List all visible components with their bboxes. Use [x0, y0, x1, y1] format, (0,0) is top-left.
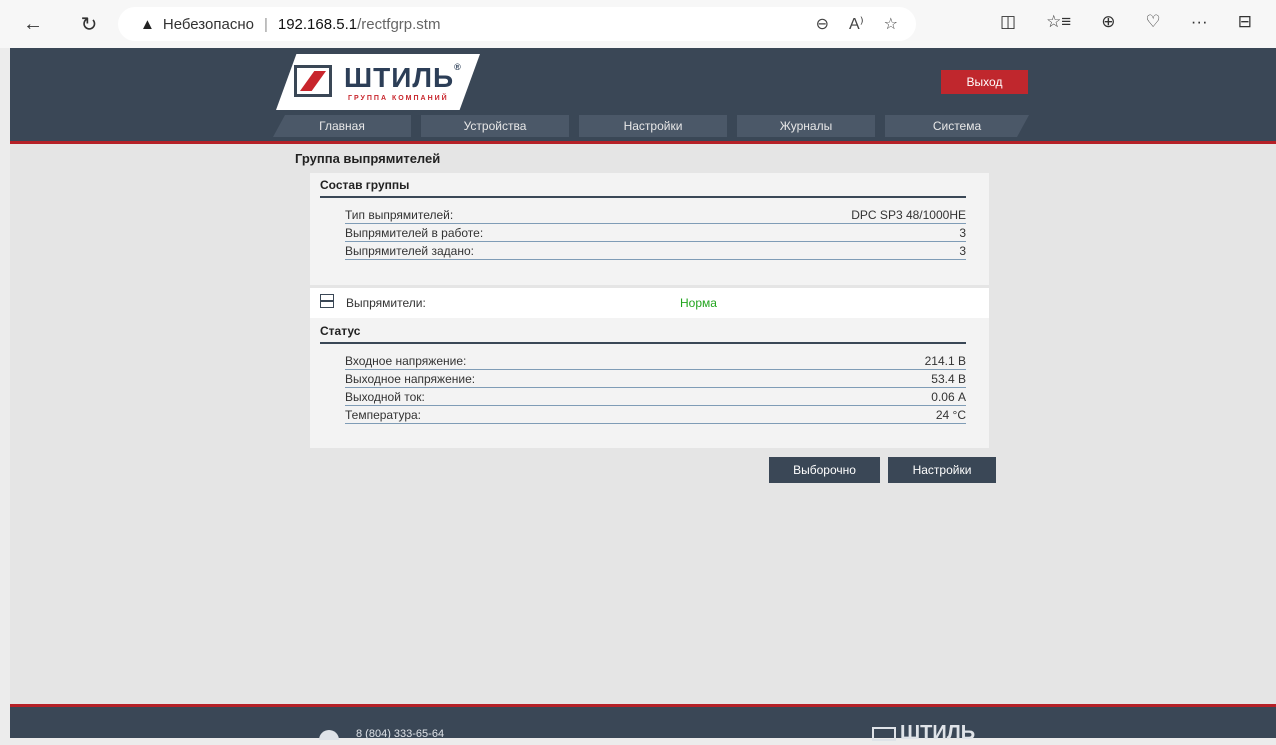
web-page: ШТИЛЬ® ГРУППА КОМПАНИЙ Выход Главная Уст…	[10, 48, 1276, 744]
table-row: Температура: 24 °С	[345, 407, 966, 424]
nav-item-settings[interactable]: Настройки	[579, 115, 727, 137]
main-nav: Главная Устройства Настройки Журналы Сис…	[273, 115, 1039, 137]
favorite-icon[interactable]: ☆	[884, 14, 898, 34]
row-value: 3	[959, 244, 966, 258]
row-label: Температура:	[345, 408, 422, 422]
row-label: Выходное напряжение:	[345, 372, 476, 386]
browser-toolbar-icons: ◫ ☆≡ ⊕ ♡ ··· ⊟	[1000, 12, 1252, 32]
row-value: DPC SP3 48/1000HE	[851, 208, 966, 222]
read-aloud-icon[interactable]: A⁾	[849, 14, 864, 34]
footer-phone: 8 (804) 333-65-64	[356, 728, 445, 740]
browser-toolbar: ← ↻ ▲ Небезопасно | 192.168.5.1/rectfgrp…	[0, 0, 1276, 48]
address-separator: |	[263, 15, 268, 33]
collections-icon[interactable]: ⊕	[1101, 12, 1115, 32]
table-row: Выпрямителей задано: 3	[345, 243, 966, 260]
address-icons: ⊖ A⁾ ☆	[816, 7, 916, 41]
site-footer: 8 (804) 333-65-64 ШТИЛЬ	[10, 704, 1276, 744]
row-value: 0.06 А	[931, 390, 966, 404]
composition-panel: Состав группы Тип выпрямителей: DPC SP3 …	[310, 173, 989, 285]
row-label: Входное напряжение:	[345, 354, 467, 368]
table-row: Выпрямителей в работе: 3	[345, 225, 966, 242]
rectifiers-summary: Выпрямители: Норма	[310, 288, 989, 315]
logo-mark-icon	[294, 65, 332, 97]
warning-icon[interactable]: ▲	[140, 16, 155, 33]
rectifiers-status: Норма	[680, 296, 717, 310]
refresh-icon[interactable]: ↻	[76, 11, 102, 37]
exit-button[interactable]: Выход	[941, 70, 1028, 94]
row-value: 3	[959, 226, 966, 240]
logo[interactable]: ШТИЛЬ® ГРУППА КОМПАНИЙ	[276, 54, 480, 110]
row-label: Выходной ток:	[345, 390, 425, 404]
site-header: ШТИЛЬ® ГРУППА КОМПАНИЙ Выход Главная Уст…	[10, 48, 1276, 144]
composition-heading: Состав группы	[320, 178, 966, 198]
url-host: 192.168.5.1	[277, 15, 358, 33]
row-label: Выпрямителей задано:	[345, 244, 474, 258]
row-label: Тип выпрямителей:	[345, 208, 454, 222]
footer-divider	[10, 704, 1276, 707]
sidebar-icon[interactable]: ⊟	[1238, 12, 1252, 32]
table-row: Входное напряжение: 214.1 В	[345, 353, 966, 370]
row-label: Выпрямителей в работе:	[345, 226, 484, 240]
footer-logo-text: ШТИЛЬ	[900, 722, 976, 744]
more-icon[interactable]: ···	[1191, 12, 1208, 32]
status-section: Статус Входное напряжение: 214.1 В Выход…	[310, 318, 989, 448]
performance-icon[interactable]: ♡	[1145, 12, 1160, 32]
url-path: /rectfgrp.stm	[357, 15, 441, 33]
header-divider	[10, 141, 1276, 144]
page-title: Группа выпрямителей	[295, 151, 441, 166]
status-heading: Статус	[320, 324, 966, 344]
rectifiers-panel: Выпрямители: Норма Статус Входное напряж…	[310, 288, 989, 448]
zoom-icon[interactable]: ⊖	[816, 14, 829, 34]
rectifiers-label: Выпрямители:	[346, 296, 426, 310]
table-row: Выходной ток: 0.06 А	[345, 389, 966, 406]
back-icon[interactable]: ←	[20, 11, 46, 37]
row-value: 53.4 В	[931, 372, 966, 386]
split-screen-icon[interactable]: ◫	[1000, 12, 1016, 32]
nav-item-home[interactable]: Главная	[273, 115, 411, 137]
row-value: 214.1 В	[924, 354, 966, 368]
settings-button[interactable]: Настройки	[888, 457, 996, 483]
logo-text: ШТИЛЬ	[344, 62, 455, 93]
collapse-icon[interactable]	[320, 294, 334, 308]
table-row: Тип выпрямителей: DPC SP3 48/1000HE	[345, 207, 966, 224]
favorites-list-icon[interactable]: ☆≡	[1046, 12, 1071, 32]
selective-button[interactable]: Выборочно	[769, 457, 880, 483]
nav-item-system[interactable]: Система	[885, 115, 1029, 137]
logo-registered: ®	[454, 62, 462, 72]
logo-subtitle: ГРУППА КОМПАНИЙ	[348, 95, 449, 102]
phone-icon	[319, 730, 339, 740]
row-value: 24 °С	[935, 408, 966, 422]
footer-logo-mark-icon	[872, 727, 896, 741]
nav-item-logs[interactable]: Журналы	[737, 115, 875, 137]
address-bar[interactable]: ▲ Небезопасно | 192.168.5.1/rectfgrp.stm…	[118, 7, 916, 41]
nav-item-devices[interactable]: Устройства	[421, 115, 569, 137]
table-row: Выходное напряжение: 53.4 В	[345, 371, 966, 388]
security-label[interactable]: Небезопасно	[163, 16, 254, 33]
